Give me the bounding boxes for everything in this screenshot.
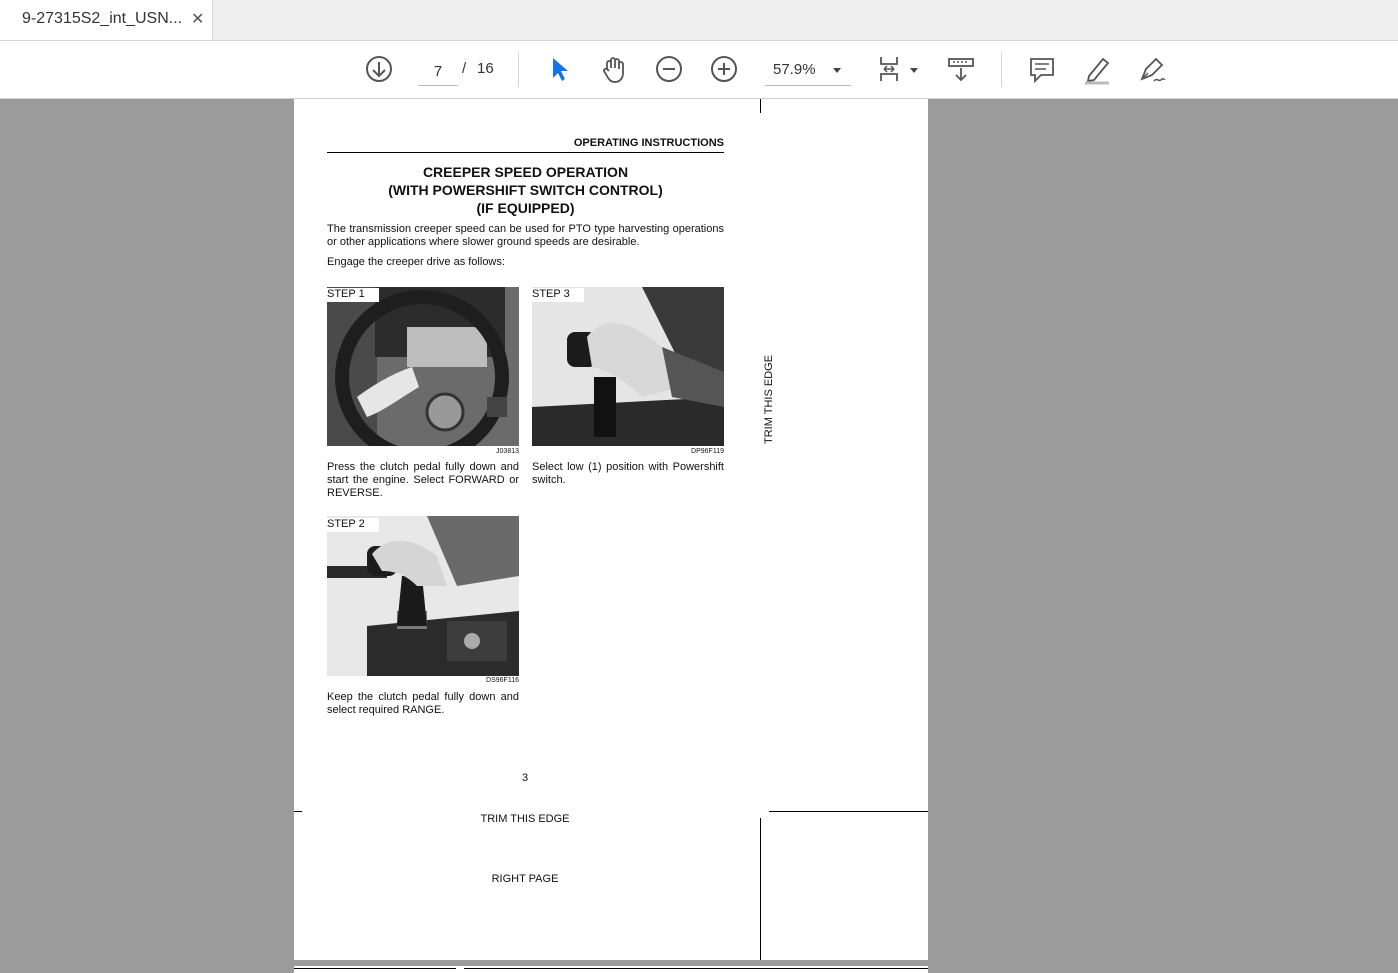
trim-edge-vertical-text: TRIM THIS EDGE [763,354,775,444]
pdf-page: OPERATING INSTRUCTIONS CREEPER SPEED OPE… [294,99,928,960]
title-line: CREEPER SPEED OPERATION [422,164,629,180]
tab-title: 9-27315S2_int_USN... [22,10,183,27]
trim-mark [760,99,761,113]
title-line: (IF EQUIPPED) [476,200,575,216]
intro-paragraph: The transmission creeper speed can be us… [327,223,724,248]
trim-edge-bottom: TRIM THIS EDGE [480,813,570,825]
step2-code: DS96F116 [486,677,519,684]
step1-label: STEP 1 [327,288,379,302]
step3-label: STEP 3 [532,288,584,302]
download-arrow-icon[interactable] [361,51,397,87]
step2-photo [327,516,519,676]
pdf-toolbar: / 16 57.9% [0,41,1398,99]
hand-pan-icon[interactable] [596,51,632,87]
trim-edge-vertical: TRIM THIS EDGE [763,355,775,444]
right-page-label: RIGHT PAGE [491,873,559,885]
page-number: 3 [521,772,529,784]
zoom-out-icon[interactable] [651,51,687,87]
select-cursor-icon[interactable] [541,51,577,87]
trim-mark [294,968,456,969]
tab-bar: 9-27315S2_int_USN... ✕ [0,0,1398,41]
comment-icon[interactable] [1024,51,1060,87]
step2-label: STEP 2 [327,518,379,532]
zoom-in-icon[interactable] [706,51,742,87]
sign-pen-icon[interactable] [1134,51,1170,87]
page-total: 16 [477,60,494,77]
step3-code: DP96F119 [691,448,724,455]
document-content: OPERATING INSTRUCTIONS CREEPER SPEED OPE… [294,99,928,960]
trim-mark [760,818,761,960]
step1-text: Press the clutch pedal fully down and st… [327,461,519,499]
trim-mark [464,968,928,969]
step3-text: Select low (1) position with Powershift … [532,461,724,486]
zoom-value: 57.9% [773,61,816,78]
engage-paragraph: Engage the creeper drive as follows: [327,256,505,268]
trim-mark [294,811,302,812]
page-title: CREEPER SPEED OPERATION (WITH POWERSHIFT… [327,163,724,217]
step1-photo [327,287,519,446]
fit-page-chevron-icon[interactable] [910,68,918,73]
page-number-input[interactable] [418,57,458,86]
step1-code: J03813 [496,448,519,455]
trim-mark [769,811,928,812]
highlight-pen-icon[interactable] [1079,51,1115,87]
section-header: OPERATING INSTRUCTIONS [573,137,724,149]
fit-page-icon[interactable] [872,51,908,87]
page-separator: / [462,60,467,77]
step3-photo [532,287,724,446]
toolbar-divider [518,53,519,87]
zoom-dropdown[interactable]: 57.9% [765,57,851,86]
toolbar-divider [1001,53,1002,87]
close-tab-icon[interactable]: ✕ [191,9,204,29]
document-tab[interactable]: 9-27315S2_int_USN... ✕ [0,0,213,40]
step2-text: Keep the clutch pedal fully down and sel… [327,691,519,716]
title-line: (WITH POWERSHIFT SWITCH CONTROL) [388,182,663,198]
chevron-down-icon [833,68,841,73]
scroll-mode-icon[interactable] [943,51,979,87]
next-pdf-page [294,966,928,973]
header-rule [327,152,724,153]
